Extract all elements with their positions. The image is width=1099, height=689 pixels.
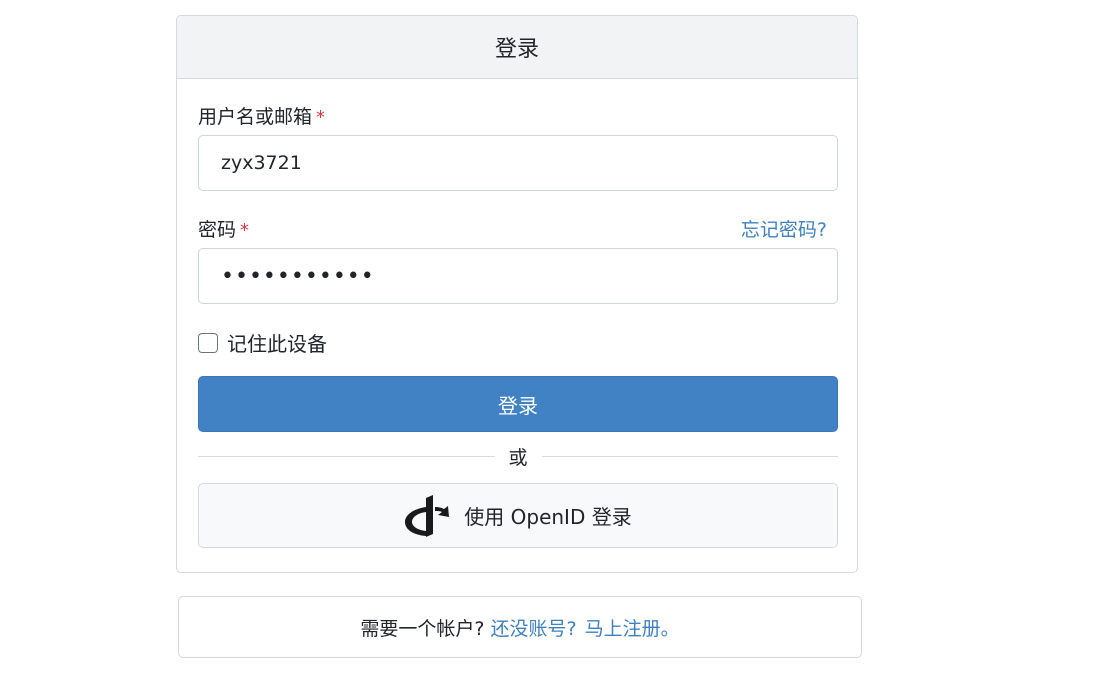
login-card-header: 登录 (177, 16, 857, 79)
openid-icon (404, 494, 450, 537)
password-label: 密码 * (198, 215, 249, 242)
remember-device-checkbox[interactable] (198, 332, 218, 353)
forgot-password-link[interactable]: 忘记密码? (741, 215, 827, 242)
login-card: 登录 用户名或邮箱 * zyx3721 密码 * 忘记密码? •••••••••••… (176, 15, 858, 573)
username-label-text: 用户名或邮箱 (198, 106, 313, 128)
required-mark: * (240, 220, 250, 241)
no-account-link[interactable]: 还没账号? (490, 614, 576, 641)
openid-login-label: 使用 OpenID 登录 (464, 505, 632, 529)
login-button-label: 登录 (498, 393, 538, 418)
remember-device: 记住此设备 (198, 328, 327, 357)
register-now-link[interactable]: 马上注册。 (585, 614, 680, 641)
openid-login-button[interactable]: 使用 OpenID 登录 (198, 483, 838, 548)
divider-line-left (198, 455, 495, 457)
or-divider: 或 (198, 444, 839, 469)
username-value: zyx3721 (221, 152, 302, 174)
username-label: 用户名或邮箱 * (198, 102, 325, 129)
username-input[interactable]: zyx3721 (198, 135, 838, 191)
or-text: 或 (508, 446, 528, 469)
required-mark: * (316, 107, 326, 128)
register-prompt: 需要一个帐户? (360, 617, 485, 640)
password-label-text: 密码 (198, 219, 237, 241)
divider-line-right (541, 455, 839, 457)
login-title: 登录 (494, 37, 539, 62)
password-value: ••••••••••• (221, 263, 375, 289)
remember-device-label[interactable]: 记住此设备 (227, 328, 327, 357)
login-button[interactable]: 登录 (198, 376, 838, 432)
password-input[interactable]: ••••••••••• (198, 248, 838, 304)
register-card: 需要一个帐户? 还没账号? 马上注册。 (178, 596, 862, 658)
